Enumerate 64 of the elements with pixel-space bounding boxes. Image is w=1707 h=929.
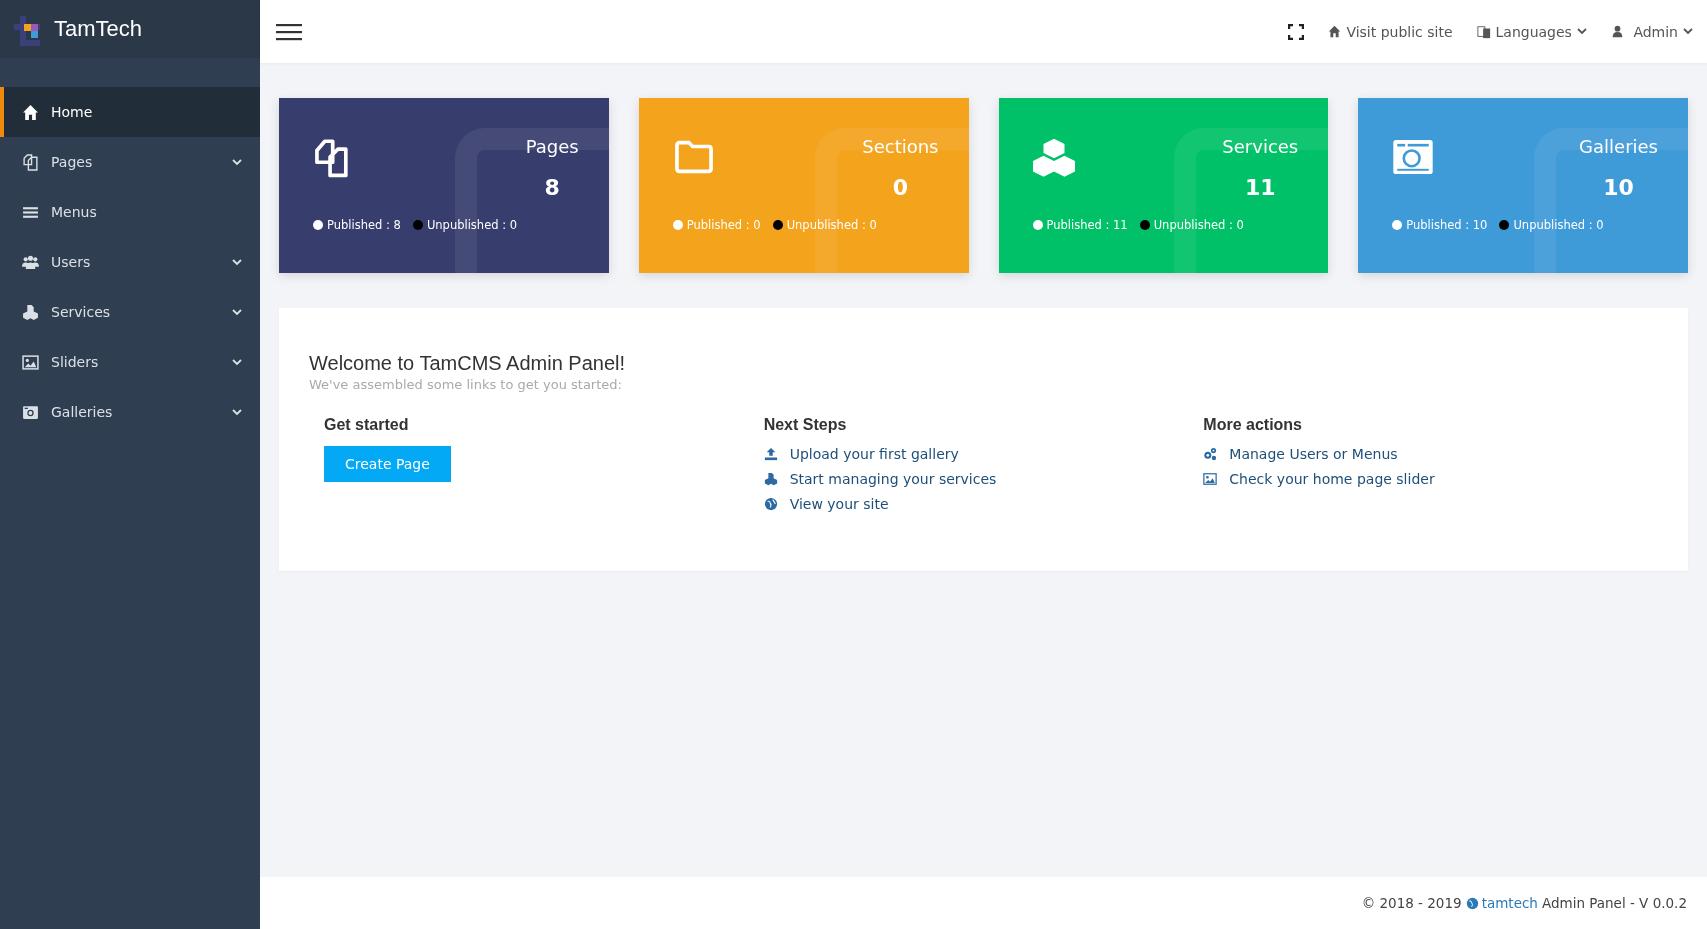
unpublished-count: Unpublished : 0 — [786, 218, 877, 232]
users-icon — [22, 253, 39, 271]
sidebar-item[interactable]: Menus — [0, 187, 260, 237]
version-text: Admin Panel - V 0.0.2 — [1541, 895, 1687, 911]
tamtech-link[interactable]: tamtech — [1465, 895, 1538, 911]
brand-name: TamTech — [54, 16, 143, 42]
legend-dot — [672, 220, 683, 230]
sidebar-item[interactable]: Users — [0, 237, 260, 287]
globe-icon — [1465, 896, 1479, 910]
globe-icon — [763, 497, 778, 511]
upload-icon — [763, 447, 778, 461]
legend-dot — [313, 220, 323, 230]
sidebar-item[interactable]: Home — [0, 87, 260, 137]
languages-dropdown[interactable]: Languages — [1476, 23, 1587, 40]
legend-dot — [772, 220, 783, 230]
unpublished-count: Unpublished : 0 — [1513, 218, 1604, 232]
user-icon — [1610, 25, 1624, 38]
legend-dot — [1392, 220, 1403, 230]
column-heading: Get started — [324, 416, 410, 434]
action-link[interactable]: Check your home page slider — [1203, 471, 1643, 487]
caret-icon — [1576, 28, 1587, 35]
card-title: Services — [1222, 136, 1299, 157]
menu-icon[interactable] — [276, 21, 302, 42]
image-icon — [22, 353, 39, 371]
sidebar-item[interactable]: Galleries — [0, 387, 260, 437]
card-title: Pages — [525, 136, 579, 157]
column-heading: More actions — [1203, 416, 1303, 434]
legend-dot — [1032, 220, 1043, 230]
gears-icon — [1203, 447, 1218, 461]
published-count: Published : 8 — [327, 218, 401, 232]
welcome-title: Welcome to TamCMS Admin Panel! — [309, 352, 627, 375]
welcome-subtitle: We've assembled some links to get you started: — [309, 377, 623, 392]
sidebar-item[interactable]: Pages — [0, 137, 260, 187]
legend-dot — [1139, 220, 1150, 230]
action-link[interactable]: View your site — [763, 496, 1204, 512]
copyright-text: © 2018 - 2019 — [1361, 895, 1462, 911]
legend-dot — [412, 220, 423, 230]
published-count: Published : 0 — [686, 218, 761, 232]
card-count: 8 — [544, 175, 560, 200]
caret-icon — [1683, 28, 1693, 35]
published-count: Published : 11 — [1046, 218, 1128, 232]
card-title: Galleries — [1579, 136, 1658, 157]
column-heading: Next Steps — [763, 416, 848, 434]
action-link[interactable]: Start managing your services — [763, 471, 1204, 487]
documents-icon — [22, 153, 39, 171]
user-dropdown[interactable]: Admin — [1610, 23, 1693, 40]
card-count: 11 — [1245, 175, 1276, 200]
card-title: Sections — [862, 136, 939, 157]
home-icon — [1328, 25, 1342, 38]
unpublished-count: Unpublished : 0 — [1153, 218, 1244, 232]
action-link[interactable]: Upload your first gallery — [763, 446, 1204, 462]
visit-site-link[interactable]: Visit public site — [1328, 23, 1453, 40]
fullscreen-icon[interactable] — [1288, 23, 1305, 40]
sidebar-item[interactable]: Sliders — [0, 337, 260, 387]
card-count: 10 — [1603, 175, 1634, 200]
published-count: Published : 10 — [1406, 218, 1488, 232]
card-count: 0 — [892, 175, 908, 200]
sidebar-item[interactable]: Services — [0, 287, 260, 337]
unpublished-count: Unpublished : 0 — [426, 218, 518, 232]
action-link[interactable]: Manage Users or Menus — [1203, 446, 1643, 462]
legend-dot — [1499, 220, 1510, 230]
camera-icon — [22, 403, 39, 421]
image-icon — [1203, 472, 1218, 486]
home-icon — [22, 103, 39, 121]
